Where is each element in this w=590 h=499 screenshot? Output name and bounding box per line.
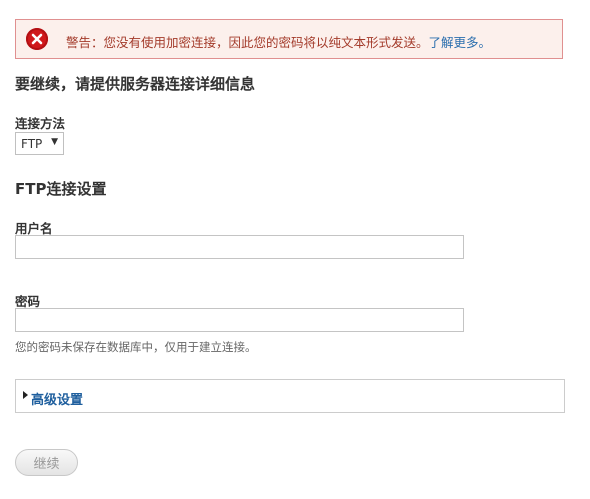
connection-method-value: FTP <box>21 137 43 151</box>
connection-method-label: 连接方法 <box>15 116 66 131</box>
learn-more-link[interactable]: 了解更多。 <box>429 35 492 50</box>
connection-method-select[interactable]: FTP ▼ <box>15 132 64 155</box>
advanced-settings-toggle[interactable]: 高级设置 <box>15 379 565 413</box>
warning-message-text: 警告：您没有使用加密连接，因此您的密码将以纯文本形式发送。 <box>66 35 429 50</box>
password-help-text: 您的密码未保存在数据库中，仅用于建立连接。 <box>15 340 257 354</box>
warning-text: 警告：您没有使用加密连接，因此您的密码将以纯文本形式发送。了解更多。 <box>66 32 491 51</box>
continue-button[interactable]: 继续 <box>15 449 78 476</box>
password-input[interactable] <box>15 308 464 332</box>
ftp-settings-heading: FTP连接设置 <box>15 180 107 198</box>
triangle-right-icon <box>23 391 28 399</box>
dropdown-arrow-icon: ▼ <box>51 137 58 147</box>
advanced-settings-label: 高级设置 <box>31 393 84 408</box>
page-heading: 要继续，请提供服务器连接详细信息 <box>15 75 256 93</box>
warning-message: 警告：您没有使用加密连接，因此您的密码将以纯文本形式发送。了解更多。 <box>15 19 563 59</box>
error-icon <box>26 28 48 50</box>
username-input[interactable] <box>15 235 464 259</box>
